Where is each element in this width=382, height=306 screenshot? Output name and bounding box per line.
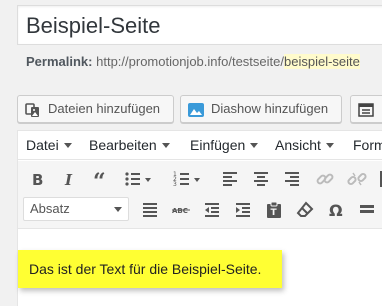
slideshow-icon (188, 101, 204, 117)
title-value: Beispiel-Seite (26, 13, 161, 38)
add-media-icon (25, 101, 41, 117)
svg-text:Ω: Ω (329, 201, 343, 220)
slideshow-button[interactable]: Diashow hinzufügen (180, 95, 342, 123)
italic-icon[interactable]: I (55, 166, 83, 192)
add-media-button[interactable]: Dateien hinzufügen (17, 95, 174, 123)
blockquote-icon[interactable]: “ (87, 166, 115, 192)
menu-ansicht[interactable]: Ansicht (275, 137, 334, 154)
bullet-list-icon[interactable] (119, 166, 157, 192)
clear-formatting-icon[interactable] (291, 197, 319, 223)
paste-text-icon[interactable]: T (260, 197, 288, 223)
menu-einfuegen[interactable]: Einfügen (190, 137, 259, 154)
align-center-icon[interactable] (247, 166, 275, 192)
justify-icon[interactable] (136, 197, 164, 223)
menu-ansicht-label: Ansicht (275, 137, 321, 153)
more-toolbar-icon[interactable] (374, 166, 382, 192)
chevron-down-icon (161, 143, 170, 148)
chevron-down-icon (63, 143, 72, 148)
format-select-value: Absatz (30, 201, 70, 216)
link-icon[interactable] (311, 166, 339, 192)
menu-datei[interactable]: Datei (26, 137, 72, 154)
chevron-down-icon (325, 143, 334, 148)
align-right-icon[interactable] (278, 166, 306, 192)
menu-bearbeiten-label: Bearbeiten (89, 137, 157, 153)
chevron-down-icon (114, 207, 122, 212)
align-left-icon[interactable] (216, 166, 244, 192)
svg-text:I: I (64, 171, 73, 189)
indent-icon[interactable] (229, 197, 257, 223)
outdent-icon[interactable] (198, 197, 226, 223)
permalink-slug[interactable]: beispiel-seite (284, 54, 360, 69)
numbered-list-icon[interactable]: 123 (168, 166, 206, 192)
format-select[interactable]: Absatz (23, 197, 129, 221)
permalink-label: Permalink: (26, 54, 93, 69)
menu-format[interactable]: Form (353, 137, 382, 154)
horizontal-line-icon[interactable] (353, 197, 381, 223)
menu-datei-label: Datei (26, 137, 59, 153)
permalink-base-url[interactable]: http://promotionjob.info/testseite/ (96, 54, 284, 69)
content-paragraph[interactable]: Das ist der Text für die Beispiel-Seite. (18, 250, 282, 288)
svg-text:T: T (271, 208, 278, 218)
editor-menubar: Datei Bearbeiten Einfügen Ansicht Form (18, 131, 382, 160)
strikethrough-icon[interactable]: ABC (167, 197, 195, 223)
svg-text:B: B (32, 171, 43, 189)
menu-format-label: Form (353, 137, 382, 153)
bold-icon[interactable]: B (23, 166, 51, 192)
svg-text:ABC: ABC (172, 207, 188, 215)
form-icon (358, 101, 374, 117)
unlink-icon[interactable] (343, 166, 371, 192)
svg-text:3: 3 (173, 181, 177, 188)
content-text: Das ist der Text für die Beispiel-Seite. (29, 261, 262, 277)
svg-text:“: “ (93, 169, 106, 189)
editor-toolbar: B I “ 123 Absatz ABC T Ω (18, 161, 382, 229)
special-char-icon[interactable]: Ω (322, 197, 350, 223)
add-media-label: Dateien hinzufügen (48, 101, 161, 116)
title-input[interactable]: Beispiel-Seite (17, 5, 382, 45)
menu-einfuegen-label: Einfügen (190, 137, 246, 153)
form-button[interactable] (350, 95, 382, 123)
chevron-down-icon (250, 143, 259, 148)
menu-bearbeiten[interactable]: Bearbeiten (89, 137, 170, 154)
slideshow-label: Diashow hinzufügen (211, 101, 329, 116)
permalink-row: Permalink: http://promotionjob.info/test… (26, 54, 360, 70)
